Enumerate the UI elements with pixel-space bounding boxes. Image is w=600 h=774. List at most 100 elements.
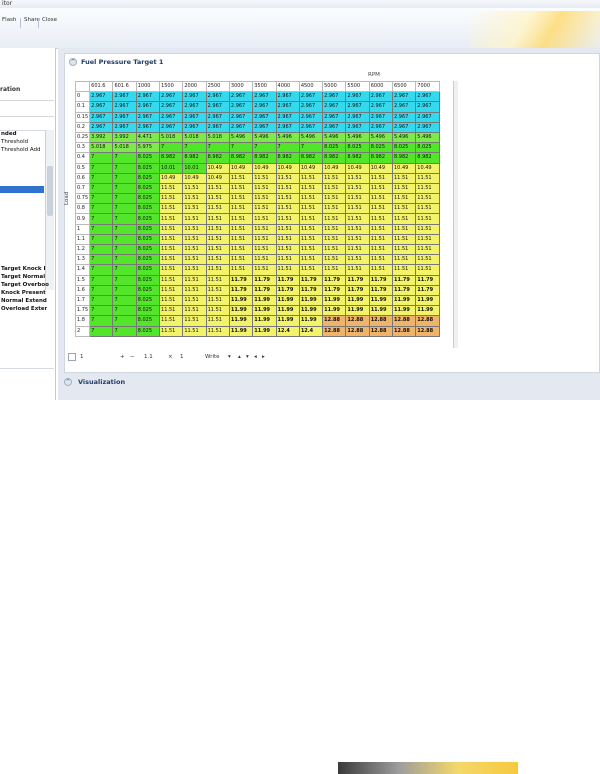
- table-cell[interactable]: 11.51: [345, 182, 370, 195]
- table-cell[interactable]: 2.967: [112, 121, 137, 133]
- table-cell[interactable]: 8.982: [275, 152, 300, 164]
- table-cell[interactable]: 11.51: [368, 254, 394, 266]
- table-cell[interactable]: 8.025: [135, 213, 161, 225]
- table-cell[interactable]: 11.99: [368, 294, 394, 307]
- column-header[interactable]: 5500: [345, 80, 370, 93]
- sidebar-selected-row[interactable]: [0, 186, 44, 193]
- table-cell[interactable]: 12.4: [275, 325, 300, 337]
- column-header[interactable]: 4500: [298, 80, 324, 93]
- table-cell[interactable]: 8.025: [135, 182, 161, 195]
- table-cell[interactable]: 11.79: [298, 284, 324, 296]
- table-cell[interactable]: 11.51: [182, 264, 207, 276]
- table-cell[interactable]: 11.51: [345, 172, 370, 184]
- table-cell[interactable]: 2.967: [205, 121, 230, 133]
- table-cell[interactable]: 2.967: [182, 121, 207, 133]
- row-header[interactable]: 1: [74, 223, 91, 235]
- sidebar-item[interactable]: Normal Extend: [1, 298, 47, 304]
- table-cell[interactable]: 8.982: [322, 152, 347, 164]
- table-cell[interactable]: 2.967: [112, 111, 137, 123]
- table-cell[interactable]: 2.967: [252, 101, 277, 113]
- table-cell[interactable]: 2.967: [298, 101, 324, 113]
- table-cell[interactable]: 2.967: [205, 91, 230, 103]
- multiply-icon[interactable]: ×: [168, 354, 173, 360]
- table-cell[interactable]: 2.967: [391, 91, 417, 103]
- row-header[interactable]: 1.5: [74, 274, 91, 286]
- table-cell[interactable]: 11.51: [182, 325, 207, 337]
- table-cell[interactable]: 8.025: [135, 223, 161, 235]
- table-cell[interactable]: 11.51: [252, 172, 277, 184]
- table-cell[interactable]: 11.51: [159, 274, 184, 286]
- table-cell[interactable]: 2.967: [275, 91, 300, 103]
- table-cell[interactable]: 10.49: [415, 162, 440, 174]
- table-cell[interactable]: 10.49: [322, 162, 347, 174]
- table-cell[interactable]: 11.51: [205, 284, 230, 296]
- column-header[interactable]: 7000: [415, 80, 440, 93]
- table-cell[interactable]: 11.51: [159, 223, 184, 235]
- table-cell[interactable]: 11.99: [252, 325, 277, 337]
- table-cell[interactable]: 11.51: [368, 193, 394, 205]
- row-header[interactable]: 1.4: [74, 264, 91, 276]
- table-cell[interactable]: 7: [89, 152, 114, 164]
- table-cell[interactable]: 11.51: [391, 172, 417, 184]
- table-cell[interactable]: 12.88: [415, 315, 440, 327]
- table-cell[interactable]: 7: [228, 142, 254, 154]
- close-button[interactable]: Close: [42, 17, 57, 23]
- table-cell[interactable]: 2.967: [345, 121, 370, 133]
- table-cell[interactable]: 11.99: [391, 294, 417, 307]
- table-cell[interactable]: 2.967: [368, 91, 394, 103]
- table-cell[interactable]: 11.51: [345, 233, 370, 246]
- table-cell[interactable]: 11.51: [252, 213, 277, 225]
- table-cell[interactable]: 8.025: [135, 193, 161, 205]
- table-cell[interactable]: 7: [112, 254, 137, 266]
- table-cell[interactable]: 10.49: [298, 162, 324, 174]
- table-cell[interactable]: 11.51: [252, 182, 277, 195]
- table-cell[interactable]: 2.967: [135, 121, 161, 133]
- table-cell[interactable]: 12.88: [368, 315, 394, 327]
- table-cell[interactable]: 7: [89, 182, 114, 195]
- table-cell[interactable]: 11.51: [182, 254, 207, 266]
- table-cell[interactable]: 2.967: [228, 91, 254, 103]
- table-cell[interactable]: 11.79: [415, 274, 440, 286]
- table-cell[interactable]: 12.88: [322, 325, 347, 337]
- table-cell[interactable]: 8.025: [135, 152, 161, 164]
- table-cell[interactable]: 11.51: [228, 182, 254, 195]
- table-cell[interactable]: 11.51: [391, 213, 417, 225]
- table-cell[interactable]: 11.99: [298, 305, 324, 317]
- table-cell[interactable]: 5.496: [345, 131, 370, 144]
- table-cell[interactable]: 11.79: [345, 284, 370, 296]
- table-cell[interactable]: 11.51: [391, 243, 417, 256]
- table-cell[interactable]: 11.51: [391, 223, 417, 235]
- table-cell[interactable]: 11.51: [345, 213, 370, 225]
- table-cell[interactable]: 7: [89, 193, 114, 205]
- table-cell[interactable]: 11.79: [322, 284, 347, 296]
- row-header[interactable]: 2: [74, 325, 91, 337]
- table-cell[interactable]: 11.51: [275, 223, 300, 235]
- table-cell[interactable]: 11.51: [159, 305, 184, 317]
- table-cell[interactable]: 7: [112, 203, 137, 215]
- table-cell[interactable]: 11.51: [415, 233, 440, 246]
- row-header[interactable]: 0.9: [74, 213, 91, 225]
- table-cell[interactable]: 2.967: [391, 121, 417, 133]
- table-cell[interactable]: 2.967: [89, 91, 114, 103]
- table-cell[interactable]: 8.025: [135, 162, 161, 174]
- table-cell[interactable]: 11.51: [298, 172, 324, 184]
- sidebar-item[interactable]: Target Knock I: [1, 266, 46, 272]
- table-cell[interactable]: 2.967: [228, 121, 254, 133]
- column-header[interactable]: 2500: [205, 80, 230, 93]
- page-value[interactable]: 1: [80, 354, 84, 360]
- table-cell[interactable]: 2.967: [112, 91, 137, 103]
- table-cell[interactable]: 2.967: [89, 121, 114, 133]
- table-cell[interactable]: 11.51: [368, 172, 394, 184]
- table-cell[interactable]: 2.967: [298, 91, 324, 103]
- table-cell[interactable]: 11.51: [275, 172, 300, 184]
- table-cell[interactable]: 11.51: [182, 213, 207, 225]
- table-cell[interactable]: 5.496: [228, 131, 254, 144]
- table-cell[interactable]: 7: [89, 264, 114, 276]
- table-cell[interactable]: 7: [112, 264, 137, 276]
- row-header[interactable]: 1.8: [74, 315, 91, 327]
- table-cell[interactable]: 11.51: [415, 243, 440, 256]
- table-cell[interactable]: 11.99: [415, 294, 440, 307]
- table-cell[interactable]: 8.982: [159, 152, 184, 164]
- table-cell[interactable]: 7: [159, 142, 184, 154]
- table-cell[interactable]: 11.51: [205, 233, 230, 246]
